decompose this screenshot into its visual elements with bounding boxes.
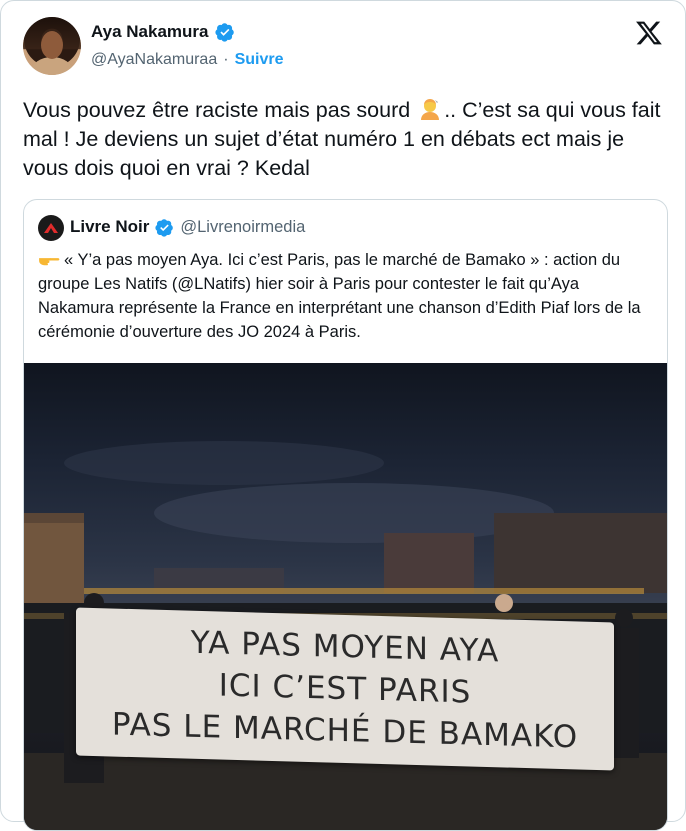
author-name[interactable]: Aya Nakamura (91, 22, 209, 42)
x-logo-icon[interactable] (635, 19, 663, 47)
quoted-tweet[interactable]: Livre Noir @Livrenoirmedia « Y’a pas moy… (23, 199, 668, 831)
quoted-author-handle[interactable]: @Livrenoirmedia (180, 218, 305, 237)
tweet-text: Vous pouvez être raciste mais pas sourd … (23, 96, 663, 183)
quoted-author-name[interactable]: Livre Noir (70, 217, 149, 237)
verified-badge-icon (155, 218, 174, 237)
man-emoji-icon (421, 99, 440, 120)
tweet-card: Aya Nakamura @AyaNakamuraa · Suivre Vous… (0, 0, 686, 831)
author-handle-row: @AyaNakamuraa · Suivre (91, 51, 283, 69)
quoted-text-body: « Y’a pas moyen Aya. Ici c’est Paris, pa… (38, 251, 641, 341)
verified-badge-icon (214, 23, 234, 42)
livre-noir-logo-icon (44, 223, 58, 233)
separator: · (223, 51, 229, 68)
quoted-photo[interactable]: YA PAS MOYEN AYA ICI C’EST PARIS PAS LE … (24, 363, 667, 830)
protest-banner: YA PAS MOYEN AYA ICI C’EST PARIS PAS LE … (76, 607, 614, 771)
banner-line-3: PAS LE MARCHÉ DE BAMAKO (111, 706, 579, 756)
tweet-text-part1: Vous pouvez être raciste mais pas sourd (23, 98, 417, 122)
quoted-avatar[interactable] (38, 215, 64, 241)
avatar[interactable] (23, 17, 81, 75)
quoted-text: « Y’a pas moyen Aya. Ici c’est Paris, pa… (38, 248, 658, 344)
quoted-author-row: Livre Noir @Livrenoirmedia (70, 217, 305, 237)
follow-button[interactable]: Suivre (235, 51, 284, 69)
pointing-hand-icon (39, 258, 60, 266)
author-name-row: Aya Nakamura (91, 22, 235, 42)
author-handle[interactable]: @AyaNakamuraa (91, 51, 217, 69)
